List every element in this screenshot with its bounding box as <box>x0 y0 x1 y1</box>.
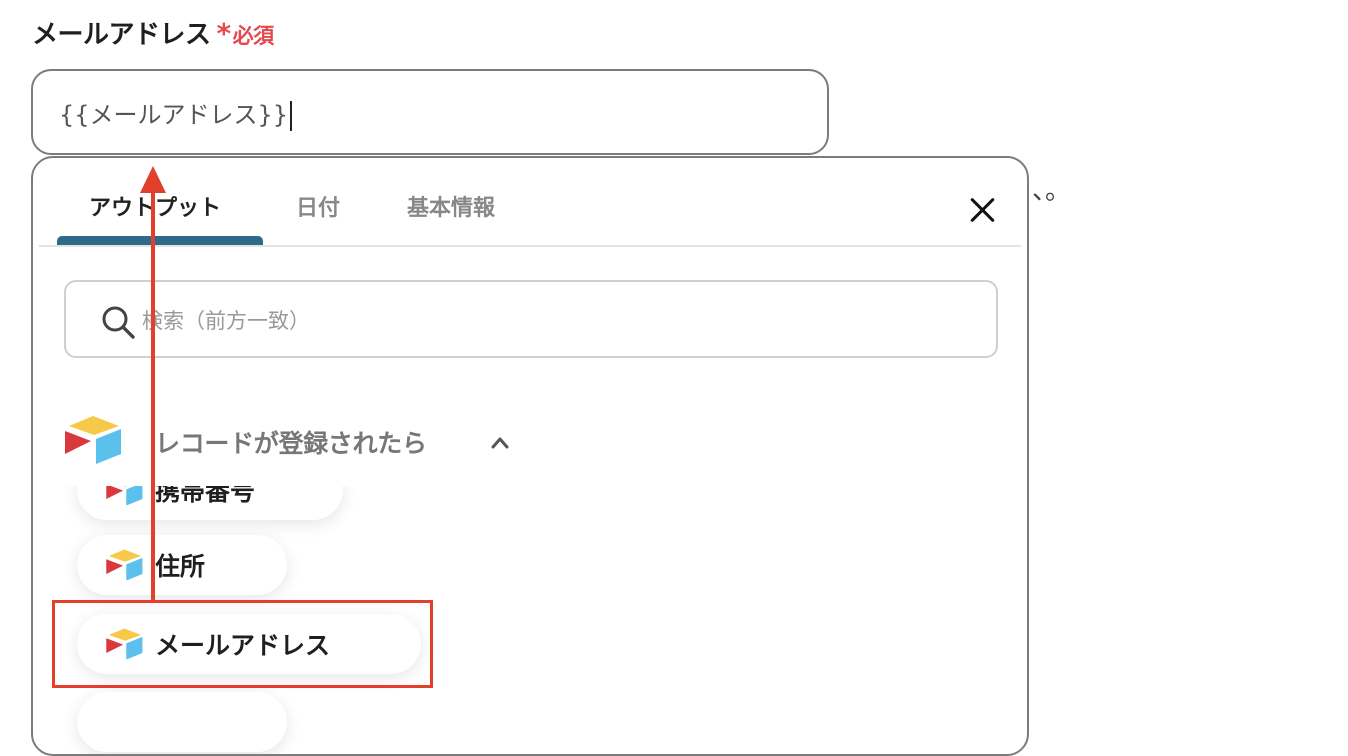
required-star: * <box>216 17 232 50</box>
close-icon[interactable] <box>965 192 1001 228</box>
record-group-title: レコードが登録されたら <box>155 429 427 458</box>
list-item-label: 住所 <box>155 552 206 581</box>
chevron-up-icon[interactable] <box>491 434 509 452</box>
airtable-logo-icon <box>106 486 143 506</box>
underlying-text-fragment: 、。 <box>1032 176 1072 206</box>
text-cursor <box>290 101 293 131</box>
search-field[interactable] <box>64 280 998 358</box>
record-group-header[interactable]: レコードが登録されたら <box>63 414 563 470</box>
field-label-text: メールアドレス <box>32 20 211 50</box>
list-item-label: 携帯番号 <box>155 486 256 506</box>
annotation-highlight-box <box>52 600 433 688</box>
tab-output[interactable]: アウトプット <box>89 190 221 222</box>
search-icon <box>102 306 135 339</box>
active-tab-indicator <box>57 236 263 245</box>
airtable-logo-icon <box>65 416 121 464</box>
email-input-value: {{メールアドレス}} <box>59 101 289 129</box>
tabs-divider <box>39 245 1021 247</box>
email-input[interactable]: {{メールアドレス}} <box>31 69 829 155</box>
list-item[interactable]: 住所 <box>77 535 287 595</box>
tab-date[interactable]: 日付 <box>296 190 340 222</box>
airtable-logo-icon <box>106 549 143 581</box>
field-label: メールアドレス *必須 <box>32 14 274 51</box>
list-item[interactable] <box>77 692 287 752</box>
list-item[interactable]: 携帯番号 <box>77 486 343 520</box>
search-input[interactable] <box>140 300 844 342</box>
tab-basic-info[interactable]: 基本情報 <box>407 190 495 222</box>
required-text: 必須 <box>232 24 275 48</box>
